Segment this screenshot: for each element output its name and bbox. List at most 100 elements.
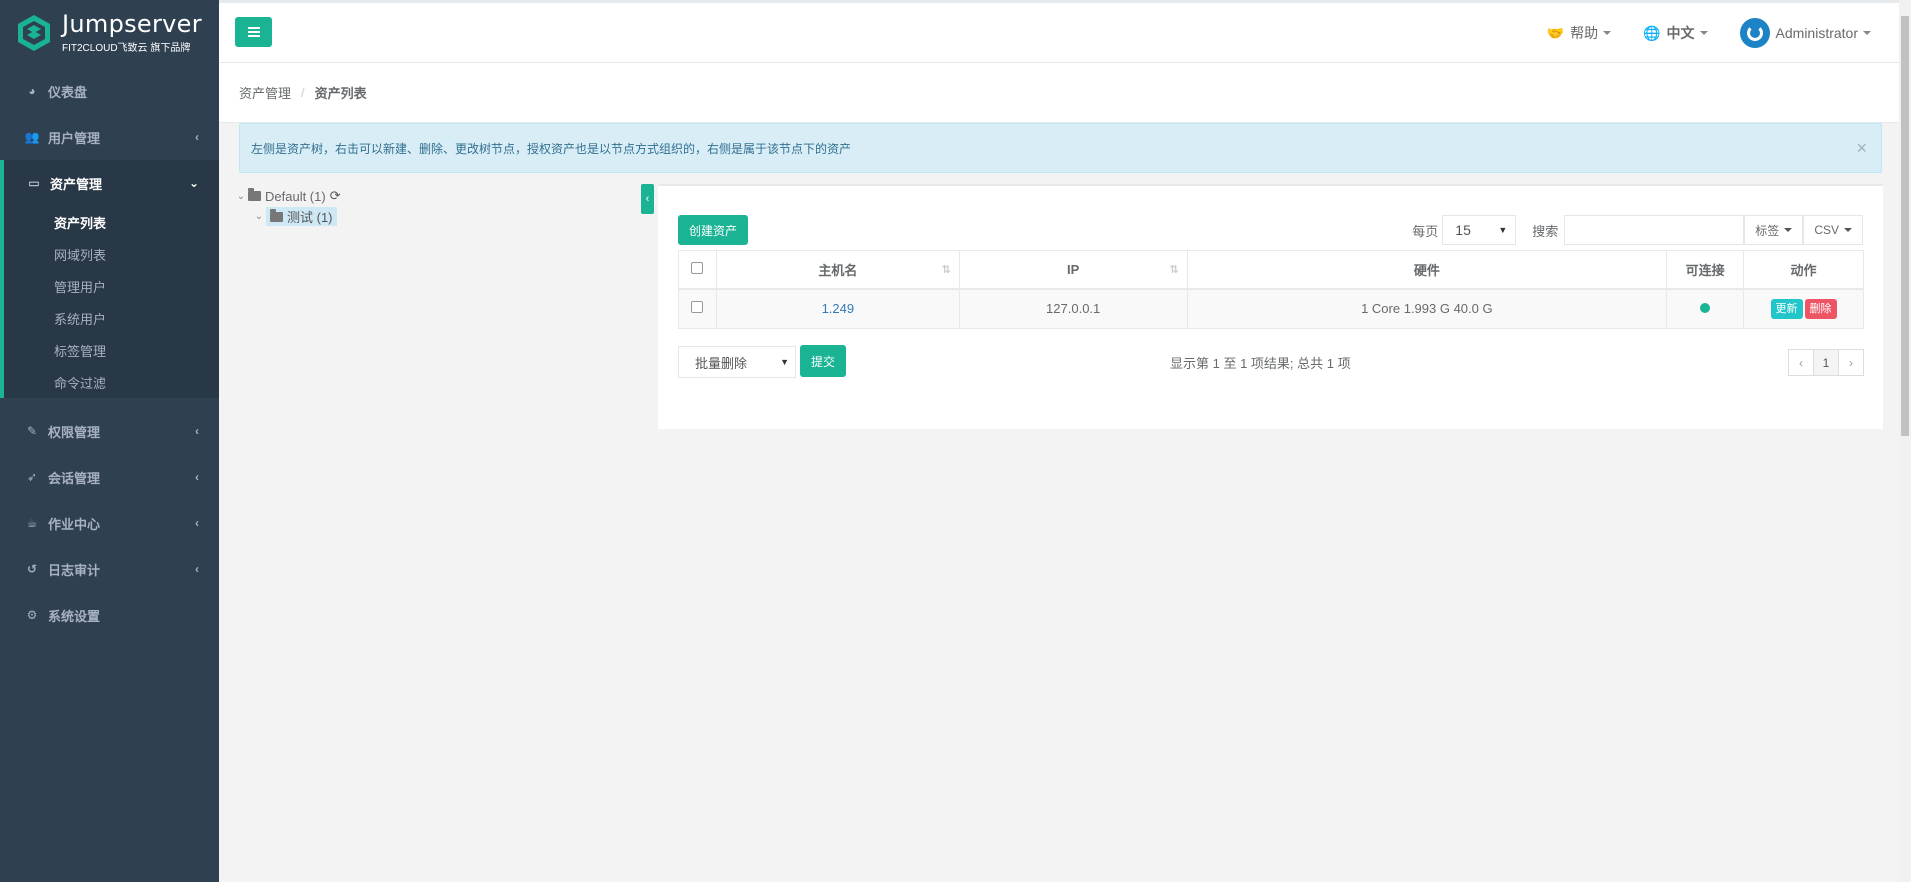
ip-cell: 127.0.0.1 <box>958 288 1188 329</box>
prev-page-button[interactable]: ‹ <box>1788 349 1814 376</box>
sidebar-item-users[interactable]: 👥 用户管理 ‹ <box>0 114 219 160</box>
csv-button[interactable]: CSV <box>1803 215 1863 245</box>
sidebar-subitem-command-filter[interactable]: 命令过滤 <box>4 366 219 398</box>
sort-icon[interactable]: ⇅ <box>1169 263 1178 276</box>
page-button[interactable]: 1 <box>1813 349 1839 376</box>
sidebar-item-label: 会话管理 <box>48 470 101 486</box>
sidebar-item-dashboard[interactable]: ◕ 仪表盘 <box>0 68 219 114</box>
sidebar-item-sessions[interactable]: ➶ 会话管理 ‹ <box>0 454 219 500</box>
sidebar: Jumpserver FIT2CLOUD飞致云 旗下品牌 ◕ 仪表盘 👥 用户管… <box>0 0 219 882</box>
dashboard-icon: ◕ <box>28 84 36 98</box>
close-icon[interactable]: × <box>1856 138 1867 159</box>
bulk-action-value: 批量删除 <box>695 355 748 371</box>
column-header-hardware: 硬件 <box>1186 250 1668 290</box>
handshake-icon: 🤝 <box>1546 24 1565 41</box>
sidebar-item-label: 日志审计 <box>48 562 101 578</box>
select-all-cell <box>678 250 717 290</box>
caret-down-icon <box>1863 31 1871 35</box>
csv-button-label: CSV <box>1814 223 1839 237</box>
rocket-icon: ➶ <box>26 470 38 484</box>
coffee-icon: ☕ <box>26 516 38 530</box>
update-button[interactable]: 更新 <box>1770 298 1803 319</box>
top-navbar: 🤝 帮助 🌐 中文 Administrator <box>219 0 1911 63</box>
language-menu[interactable]: 🌐 中文 <box>1643 23 1708 43</box>
table-footer: 批量删除 ▼ 提交 显示第 1 至 1 项结果; 总共 1 项 ‹ 1 › <box>678 345 1864 379</box>
breadcrumb: 资产管理 / 资产列表 <box>219 63 1899 123</box>
per-page-select[interactable]: 15 ▼ <box>1442 215 1517 245</box>
gears-icon: ⚙ <box>26 608 38 622</box>
avatar <box>1739 18 1770 48</box>
column-header-connectable: 可连接 <box>1666 250 1745 290</box>
sidebar-item-label: 权限管理 <box>48 424 101 440</box>
chevron-down-icon[interactable]: ⌄ <box>252 211 266 222</box>
per-page-value: 15 <box>1455 222 1471 238</box>
row-checkbox[interactable] <box>691 301 704 314</box>
page-scrollbar[interactable] <box>1899 0 1911 882</box>
chevron-left-icon: ‹ <box>195 562 199 576</box>
breadcrumb-parent[interactable]: 资产管理 <box>239 83 291 102</box>
pagination: ‹ 1 › <box>1788 349 1864 376</box>
edit-icon: ✎ <box>26 424 38 438</box>
sort-icon[interactable]: ⇅ <box>942 263 951 276</box>
help-label: 帮助 <box>1570 25 1599 41</box>
sidebar-item-label: 资产管理 <box>50 176 103 192</box>
tree-node-selected[interactable]: 测试 (1) <box>266 206 337 226</box>
collapse-tree-button[interactable]: ‹ <box>641 184 654 214</box>
sidebar-item-permissions[interactable]: ✎ 权限管理 ‹ <box>0 408 219 454</box>
search-input[interactable] <box>1564 215 1745 245</box>
refresh-icon[interactable]: ⟳ <box>330 188 341 204</box>
table-toolbar: 每页 15 ▼ 搜索 标签 CSV <box>1412 215 1863 245</box>
scrollbar-thumb[interactable] <box>1901 16 1909 436</box>
column-header-label: 主机名 <box>818 262 858 278</box>
hostname-link[interactable]: 1.249 <box>822 301 855 316</box>
tree-node-child[interactable]: ⌄ 测试 (1) <box>234 206 341 226</box>
user-name: Administrator <box>1775 25 1858 41</box>
submit-button[interactable]: 提交 <box>800 345 846 377</box>
user-menu[interactable]: Administrator <box>1739 18 1871 48</box>
chevron-down-icon[interactable]: ⌄ <box>234 191 248 202</box>
column-header-hostname[interactable]: 主机名 ⇅ <box>715 250 960 290</box>
sidebar-subitem-admin-users[interactable]: 管理用户 <box>4 270 219 302</box>
menu-toggle-button[interactable] <box>235 17 272 47</box>
delete-button[interactable]: 删除 <box>1804 298 1837 319</box>
logo[interactable]: Jumpserver FIT2CLOUD飞致云 旗下品牌 <box>0 0 219 66</box>
history-icon: ↺ <box>26 562 38 576</box>
info-alert: 左侧是资产树，右击可以新建、删除、更改树节点，授权资产也是以节点方式组织的，右侧… <box>239 123 1882 173</box>
sidebar-item-label: 系统设置 <box>48 608 101 624</box>
sidebar-item-jobs[interactable]: ☕ 作业中心 ‹ <box>0 500 219 546</box>
sidebar-item-settings[interactable]: ⚙ 系统设置 <box>0 592 219 638</box>
sidebar-subitem-system-users[interactable]: 系统用户 <box>4 302 219 334</box>
power-icon <box>1746 25 1763 41</box>
column-header-actions: 动作 <box>1743 250 1864 290</box>
dropdown-arrow-icon: ▼ <box>1498 225 1508 235</box>
users-icon: 👥 <box>24 130 40 144</box>
next-page-button[interactable]: › <box>1838 349 1864 376</box>
jumpserver-logo-icon <box>18 15 50 51</box>
tags-button[interactable]: 标签 <box>1744 215 1804 245</box>
language-label: 中文 <box>1666 25 1695 41</box>
pagination-info: 显示第 1 至 1 项结果; 总共 1 项 <box>1170 356 1351 371</box>
asset-table: 主机名 ⇅ IP ⇅ 硬件 可连接 动作 1.249 127.0.0.1 1 Cor… <box>678 250 1864 329</box>
tree-node-root[interactable]: ⌄ Default (1) ⟳ <box>234 186 341 206</box>
column-header-ip[interactable]: IP ⇅ <box>958 250 1188 290</box>
dropdown-arrow-icon: ▼ <box>780 357 789 367</box>
sidebar-item-assets[interactable]: ▭ 资产管理 ⌄ <box>4 160 219 206</box>
sidebar-subitem-asset-list[interactable]: 资产列表 <box>4 206 219 238</box>
sidebar-subitem-domain-list[interactable]: 网域列表 <box>4 238 219 270</box>
alert-text: 左侧是资产树，右击可以新建、删除、更改树节点，授权资产也是以节点方式组织的，右侧… <box>251 141 852 156</box>
select-all-checkbox[interactable] <box>691 261 704 274</box>
caret-down-icon <box>1844 228 1852 232</box>
chevron-left-icon: ‹ <box>195 130 199 144</box>
help-menu[interactable]: 🤝 帮助 <box>1546 23 1612 43</box>
chevron-left-icon: ‹ <box>195 516 199 530</box>
tree-node-label[interactable]: Default (1) <box>265 189 326 204</box>
create-asset-button[interactable]: 创建资产 <box>678 215 748 245</box>
bulk-action-select[interactable]: 批量删除 ▼ <box>678 346 796 378</box>
caret-down-icon <box>1784 228 1793 232</box>
folder-open-icon <box>270 208 283 222</box>
sidebar-subitem-labels[interactable]: 标签管理 <box>4 334 219 366</box>
sidebar-item-label: 用户管理 <box>48 130 101 146</box>
caret-down-icon <box>1603 31 1612 35</box>
sidebar-item-audit[interactable]: ↺ 日志审计 ‹ <box>0 546 219 592</box>
breadcrumb-current: 资产列表 <box>314 86 367 101</box>
